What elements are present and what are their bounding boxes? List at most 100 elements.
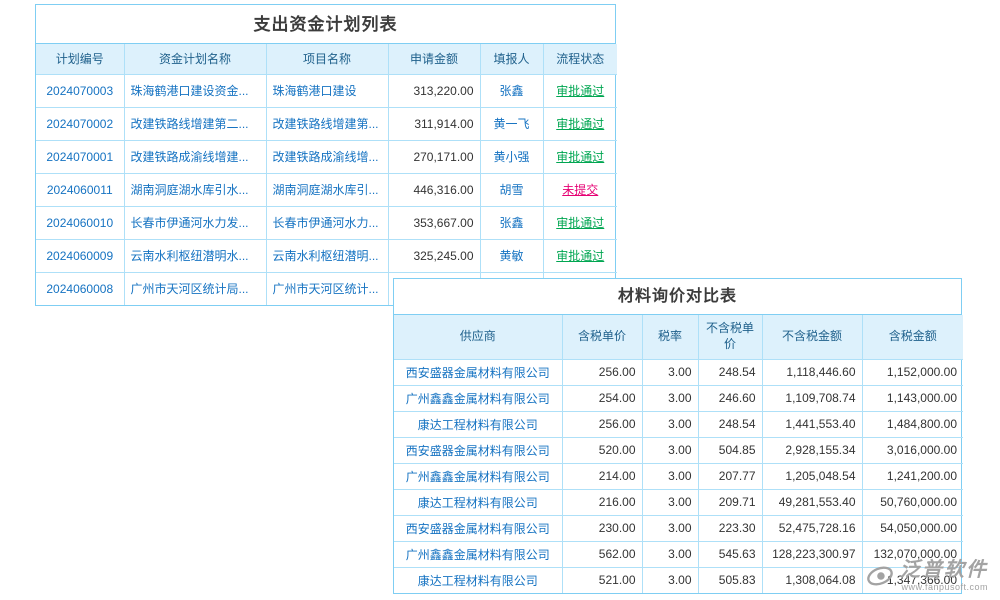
workflow-status-cell[interactable]: 未提交 [543,173,617,206]
plan-id-cell[interactable]: 2024070002 [36,107,124,140]
fund-plan-name-cell[interactable]: 改建铁路成渝线增建... [124,140,266,173]
reporter-cell[interactable]: 黄小强 [480,140,543,173]
tax-rate-cell: 3.00 [642,567,698,593]
fanpu-logo-icon [865,561,895,591]
supplier-cell[interactable]: 广州鑫鑫金属材料有限公司 [394,385,562,411]
material-inquiry-table-title: 材料询价对比表 [394,279,961,315]
fanpu-watermark: 泛普软件 www.fanpusoft.com [865,559,988,592]
project-name-cell[interactable]: 长春市伊通河水力... [266,206,388,239]
tax-rate-cell: 3.00 [642,359,698,385]
untaxed-unit-price-cell: 505.83 [698,567,762,593]
workflow-status-cell[interactable]: 审批通过 [543,74,617,107]
fund-plan-name-cell[interactable]: 云南水利枢纽潜明水... [124,239,266,272]
untaxed-unit-price-cell: 248.54 [698,359,762,385]
column-header: 流程状态 [543,44,617,74]
untaxed-unit-price-cell: 248.54 [698,411,762,437]
table-row: 2024070002改建铁路线增建第二...改建铁路线增建第...311,914… [36,107,617,140]
reporter-cell[interactable]: 黄敏 [480,239,543,272]
plan-id-cell[interactable]: 2024060008 [36,272,124,305]
taxed-amount-cell: 1,152,000.00 [862,359,963,385]
project-name-cell[interactable]: 云南水利枢纽潜明... [266,239,388,272]
supplier-cell[interactable]: 康达工程材料有限公司 [394,489,562,515]
material-inquiry-header-row: 供应商含税单价税率不含税单价不含税金额含税金额 [394,315,963,359]
supplier-cell[interactable]: 康达工程材料有限公司 [394,567,562,593]
fund-plan-header-row: 计划编号资金计划名称项目名称申请金额填报人流程状态 [36,44,617,74]
request-amount-cell: 313,220.00 [388,74,480,107]
project-name-cell[interactable]: 广州市天河区统计... [266,272,388,305]
taxed-amount-cell: 1,241,200.00 [862,463,963,489]
fund-plan-name-cell[interactable]: 广州市天河区统计局... [124,272,266,305]
tax-rate-cell: 3.00 [642,515,698,541]
project-name-cell[interactable]: 改建铁路线增建第... [266,107,388,140]
supplier-cell[interactable]: 西安盛器金属材料有限公司 [394,437,562,463]
column-header: 不含税单价 [698,315,762,359]
material-inquiry-table-panel: 材料询价对比表 供应商含税单价税率不含税单价不含税金额含税金额 西安盛器金属材料… [393,278,962,594]
fund-plan-table: 计划编号资金计划名称项目名称申请金额填报人流程状态 2024070003珠海鹤港… [36,44,617,305]
untaxed-amount-cell: 49,281,553.40 [762,489,862,515]
plan-id-cell[interactable]: 2024060009 [36,239,124,272]
fund-plan-name-cell[interactable]: 长春市伊通河水力发... [124,206,266,239]
plan-id-cell[interactable]: 2024060011 [36,173,124,206]
plan-id-cell[interactable]: 2024070003 [36,74,124,107]
page-canvas: 支出资金计划列表 计划编号资金计划名称项目名称申请金额填报人流程状态 20240… [0,0,1000,600]
untaxed-amount-cell: 1,308,064.08 [762,567,862,593]
project-name-cell[interactable]: 改建铁路成渝线增... [266,140,388,173]
untaxed-unit-price-cell: 504.85 [698,437,762,463]
plan-id-cell[interactable]: 2024060010 [36,206,124,239]
column-header: 含税金额 [862,315,963,359]
column-header: 不含税金额 [762,315,862,359]
fund-plan-name-cell[interactable]: 改建铁路线增建第二... [124,107,266,140]
tax-rate-cell: 3.00 [642,489,698,515]
reporter-cell[interactable]: 胡雪 [480,173,543,206]
watermark-brand: 泛普软件 [900,559,988,581]
table-row: 2024070001改建铁路成渝线增建...改建铁路成渝线增...270,171… [36,140,617,173]
untaxed-unit-price-cell: 207.77 [698,463,762,489]
request-amount-cell: 446,316.00 [388,173,480,206]
supplier-cell[interactable]: 广州鑫鑫金属材料有限公司 [394,463,562,489]
request-amount-cell: 311,914.00 [388,107,480,140]
reporter-cell[interactable]: 黄一飞 [480,107,543,140]
untaxed-unit-price-cell: 223.30 [698,515,762,541]
fund-plan-name-cell[interactable]: 珠海鹤港口建设资金... [124,74,266,107]
supplier-cell[interactable]: 西安盛器金属材料有限公司 [394,515,562,541]
watermark-url: www.fanpusoft.com [901,582,988,592]
request-amount-cell: 353,667.00 [388,206,480,239]
reporter-cell[interactable]: 张鑫 [480,206,543,239]
column-header: 税率 [642,315,698,359]
taxed-amount-cell: 3,016,000.00 [862,437,963,463]
tax-rate-cell: 3.00 [642,385,698,411]
supplier-cell[interactable]: 广州鑫鑫金属材料有限公司 [394,541,562,567]
fund-plan-table-title: 支出资金计划列表 [36,5,615,44]
workflow-status-cell[interactable]: 审批通过 [543,206,617,239]
fund-plan-name-cell[interactable]: 湖南洞庭湖水库引水... [124,173,266,206]
taxed-amount-cell: 54,050,000.00 [862,515,963,541]
supplier-cell[interactable]: 康达工程材料有限公司 [394,411,562,437]
untaxed-amount-cell: 52,475,728.16 [762,515,862,541]
project-name-cell[interactable]: 珠海鹤港口建设 [266,74,388,107]
column-header: 计划编号 [36,44,124,74]
plan-id-cell[interactable]: 2024070001 [36,140,124,173]
fund-plan-table-panel: 支出资金计划列表 计划编号资金计划名称项目名称申请金额填报人流程状态 20240… [35,4,616,306]
column-header: 项目名称 [266,44,388,74]
tax-rate-cell: 3.00 [642,437,698,463]
workflow-status-cell[interactable]: 审批通过 [543,140,617,173]
taxed-unit-price-cell: 216.00 [562,489,642,515]
supplier-cell[interactable]: 西安盛器金属材料有限公司 [394,359,562,385]
table-row: 2024060009云南水利枢纽潜明水...云南水利枢纽潜明...325,245… [36,239,617,272]
untaxed-amount-cell: 1,205,048.54 [762,463,862,489]
untaxed-amount-cell: 2,928,155.34 [762,437,862,463]
tax-rate-cell: 3.00 [642,541,698,567]
taxed-unit-price-cell: 256.00 [562,411,642,437]
taxed-unit-price-cell: 256.00 [562,359,642,385]
table-row: 康达工程材料有限公司216.003.00209.7149,281,553.405… [394,489,963,515]
table-row: 西安盛器金属材料有限公司256.003.00248.541,118,446.60… [394,359,963,385]
project-name-cell[interactable]: 湖南洞庭湖水库引... [266,173,388,206]
workflow-status-cell[interactable]: 审批通过 [543,107,617,140]
reporter-cell[interactable]: 张鑫 [480,74,543,107]
taxed-unit-price-cell: 520.00 [562,437,642,463]
taxed-unit-price-cell: 521.00 [562,567,642,593]
taxed-amount-cell: 1,484,800.00 [862,411,963,437]
workflow-status-cell[interactable]: 审批通过 [543,239,617,272]
taxed-unit-price-cell: 214.00 [562,463,642,489]
taxed-unit-price-cell: 254.00 [562,385,642,411]
